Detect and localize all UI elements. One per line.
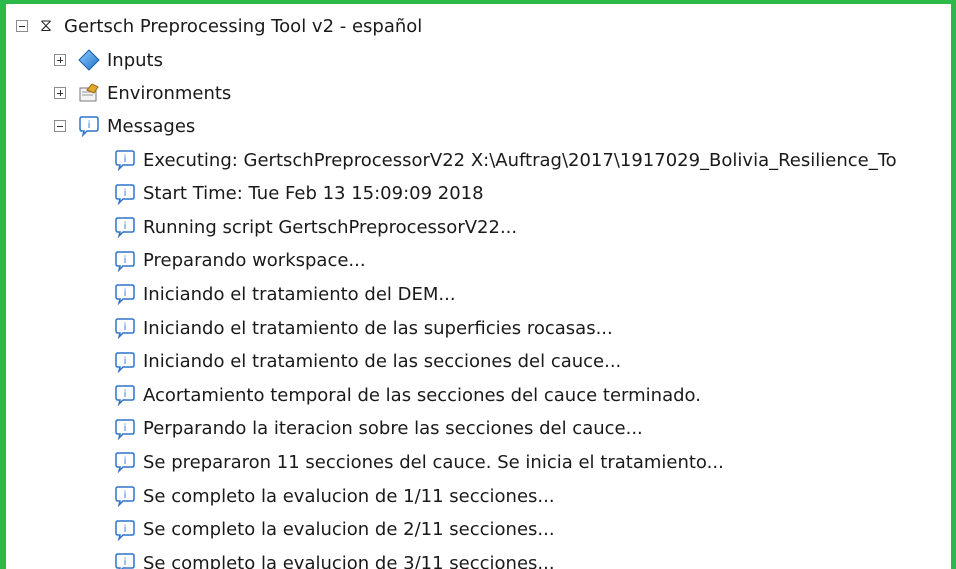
message-item[interactable]: i Running script GertschPreprocessorV22..… <box>114 211 517 243</box>
svg-text:i: i <box>124 221 127 232</box>
message-text: Se completo la evalucion de 2/11 seccion… <box>143 519 555 541</box>
node-label-environments: Environments <box>107 82 232 104</box>
info-message-icon: i <box>114 451 136 474</box>
tool-title: Gertsch Preprocessing Tool v2 - español <box>64 15 423 37</box>
message-text: Se completo la evalucion de 1/11 seccion… <box>143 485 555 507</box>
message-text: Iniciando el tratamiento de las seccione… <box>143 351 622 373</box>
message-item[interactable]: i Se prepararon 11 secciones del cauce. S… <box>114 446 724 478</box>
node-label-messages: Messages <box>107 115 196 137</box>
svg-text:i: i <box>124 255 127 266</box>
info-message-icon: i <box>114 552 136 569</box>
tree-node-environments[interactable]: Environments <box>54 77 231 109</box>
svg-text:i: i <box>124 288 127 299</box>
svg-text:i: i <box>124 490 127 501</box>
node-label-inputs: Inputs <box>107 49 163 71</box>
svg-text:i: i <box>124 423 127 434</box>
svg-text:i: i <box>124 188 127 199</box>
info-message-icon: i <box>114 183 136 205</box>
svg-text:i: i <box>88 120 91 131</box>
svg-text:i: i <box>124 322 127 333</box>
message-item[interactable]: i Iniciando el tratamiento de las seccion… <box>114 346 621 378</box>
results-tree-panel: ⧖ Gertsch Preprocessing Tool v2 - españo… <box>0 0 956 569</box>
info-message-icon: i <box>114 519 136 541</box>
expand-toggle[interactable] <box>54 87 66 99</box>
message-item[interactable]: i Iniciando el tratamiento de las superfi… <box>114 312 613 344</box>
environments-icon <box>78 82 100 104</box>
message-text: Executing: GertschPreprocessorV22 X:\Auf… <box>143 149 897 171</box>
message-text: Running script GertschPreprocessorV22... <box>143 216 518 238</box>
message-text: Se completo la evalucion de 3/11 seccion… <box>143 552 555 569</box>
message-item[interactable]: i Se completo la evalucion de 3/11 seccio… <box>114 547 555 569</box>
inputs-diamond-icon <box>78 49 100 71</box>
message-item[interactable]: i Se completo la evalucion de 2/11 seccio… <box>114 514 555 546</box>
info-message-icon: i <box>114 384 136 407</box>
info-message-icon: i <box>114 351 136 373</box>
collapse-toggle[interactable] <box>54 120 66 132</box>
message-item[interactable]: i Acortamiento temporal de las secciones … <box>114 379 701 411</box>
info-message-icon: i <box>114 418 136 440</box>
hourglass-icon: ⧖ <box>40 16 52 36</box>
message-text: Iniciando el tratamiento del DEM... <box>143 283 456 305</box>
tree-node-messages[interactable]: i Messages <box>54 110 195 142</box>
svg-text:i: i <box>124 557 127 568</box>
message-text: Perparando la iteracion sobre las seccio… <box>143 418 643 440</box>
tree-node-inputs[interactable]: Inputs <box>54 44 163 76</box>
svg-text:i: i <box>124 389 127 400</box>
message-text: Start Time: Tue Feb 13 15:09:09 2018 <box>143 183 484 205</box>
tree-root-row[interactable]: ⧖ Gertsch Preprocessing Tool v2 - españo… <box>16 10 422 42</box>
info-message-icon: i <box>114 250 136 272</box>
collapse-toggle[interactable] <box>16 20 28 32</box>
info-message-icon: i <box>114 317 136 339</box>
message-item[interactable]: i Start Time: Tue Feb 13 15:09:09 2018 <box>114 178 484 210</box>
expand-toggle[interactable] <box>54 54 66 66</box>
message-text: Se prepararon 11 secciones del cauce. Se… <box>143 451 724 473</box>
svg-text:i: i <box>124 456 127 467</box>
svg-text:i: i <box>124 524 127 535</box>
message-text: Preparando workspace... <box>143 250 366 272</box>
info-balloon-icon: i <box>78 115 100 137</box>
message-item[interactable]: i Iniciando el tratamiento del DEM... <box>114 278 456 310</box>
message-text: Acortamiento temporal de las secciones d… <box>143 384 701 406</box>
message-item[interactable]: i Perparando la iteracion sobre las secci… <box>114 413 643 445</box>
info-message-icon: i <box>114 149 136 171</box>
message-text: Iniciando el tratamiento de las superfic… <box>143 317 613 339</box>
info-message-icon: i <box>114 485 136 507</box>
info-message-icon: i <box>114 283 136 306</box>
info-message-icon: i <box>114 216 136 239</box>
svg-text:i: i <box>124 154 127 165</box>
svg-text:i: i <box>124 356 127 367</box>
message-item[interactable]: i Se completo la evalucion de 1/11 seccio… <box>114 480 555 512</box>
message-item[interactable]: i Preparando workspace... <box>114 245 366 277</box>
message-item[interactable]: i Executing: GertschPreprocessorV22 X:\Au… <box>114 144 897 176</box>
